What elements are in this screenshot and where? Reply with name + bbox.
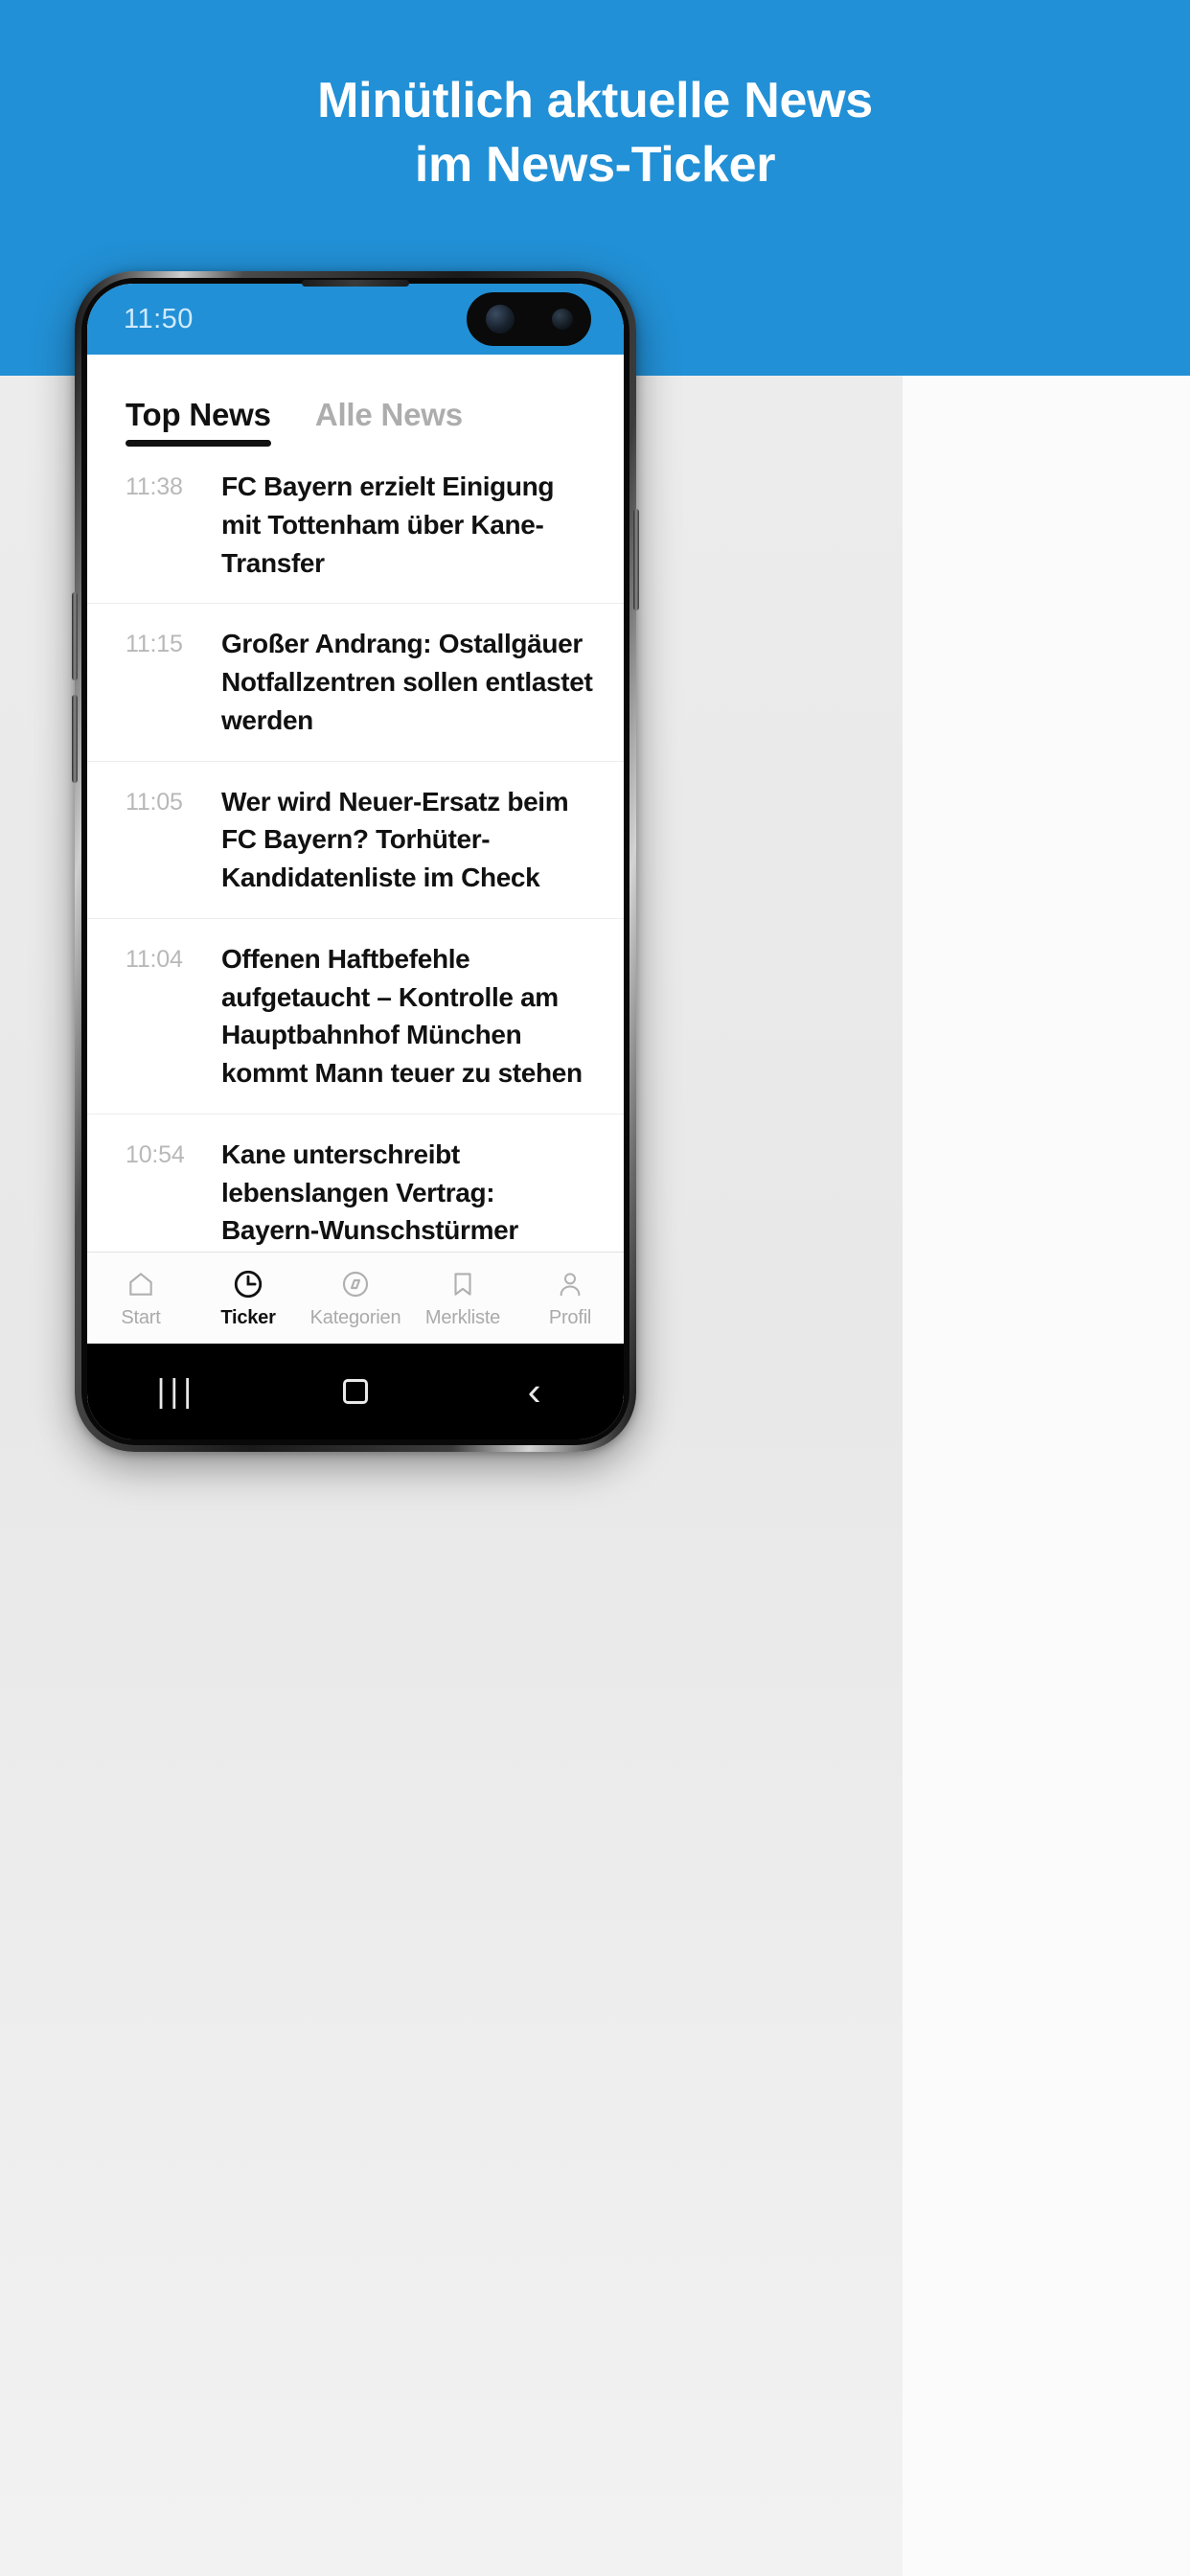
news-item-time: 11:15 xyxy=(126,631,183,658)
power-button[interactable] xyxy=(633,509,639,610)
android-system-navigation-bar: ||| ‹ xyxy=(87,1344,624,1439)
recents-button[interactable]: ||| xyxy=(133,1363,219,1420)
home-square-icon xyxy=(342,1379,368,1404)
tab-top-news[interactable]: Top News xyxy=(126,397,271,447)
promo-headline-line1: Minütlich aktuelle News xyxy=(317,73,873,128)
bookmark-icon xyxy=(448,1268,477,1300)
recents-icon: ||| xyxy=(156,1372,197,1410)
page-background-right xyxy=(903,376,1190,2576)
nav-item-kategorien[interactable]: Kategorien xyxy=(302,1268,409,1329)
nav-item-start-label: Start xyxy=(121,1306,161,1328)
nav-item-profil-label: Profil xyxy=(548,1306,592,1328)
back-chevron-icon: ‹ xyxy=(527,1368,541,1414)
news-list-item[interactable]: 11:04 Offenen Haftbefehle aufgetaucht – … xyxy=(87,919,624,1115)
clock-icon xyxy=(232,1268,264,1300)
promo-headline-line2: im News-Ticker xyxy=(414,136,776,193)
phone-screen: 11:50 Top News Alle News 11:38 FC Bayern… xyxy=(87,284,624,1439)
nav-item-ticker[interactable]: Ticker xyxy=(195,1268,302,1329)
home-icon xyxy=(126,1268,156,1300)
news-item-time: 11:04 xyxy=(126,945,183,973)
nav-item-merkliste-label: Merkliste xyxy=(424,1306,501,1328)
tab-top-news-label: Top News xyxy=(126,397,271,432)
person-icon xyxy=(556,1268,584,1300)
news-list-item[interactable]: 11:38 FC Bayern erzielt Einigung mit Tot… xyxy=(87,447,624,605)
compass-icon xyxy=(340,1268,371,1300)
promo-headline: Minütlich aktuelle News im News-Ticker xyxy=(0,69,1190,196)
volume-down-button[interactable] xyxy=(72,695,78,783)
news-item-title: Offenen Haftbefehle aufgetaucht – Kontro… xyxy=(221,943,583,1088)
earpiece-speaker-icon xyxy=(302,280,409,287)
status-bar-time: 11:50 xyxy=(124,303,194,334)
nav-item-start[interactable]: Start xyxy=(87,1268,195,1329)
phone-mockup: 11:50 Top News Alle News 11:38 FC Bayern… xyxy=(72,271,639,1452)
news-item-title: Großer Andrang: Ostallgäuer Notfallzentr… xyxy=(221,629,593,735)
news-item-time: 11:38 xyxy=(126,473,183,500)
nav-item-kategorien-label: Kategorien xyxy=(309,1306,401,1328)
news-tabs: Top News Alle News xyxy=(87,355,624,447)
home-button[interactable] xyxy=(312,1363,399,1420)
front-camera-icon xyxy=(485,305,515,334)
back-button[interactable]: ‹ xyxy=(492,1363,578,1420)
tab-alle-news-label: Alle News xyxy=(314,397,463,432)
news-list-item[interactable]: 11:15 Großer Andrang: Ostallgäuer Notfal… xyxy=(87,604,624,762)
news-list-item[interactable]: 11:05 Wer wird Neuer-Ersatz beim FC Baye… xyxy=(87,762,624,919)
camera-punchhole xyxy=(467,292,591,346)
news-item-title: FC Bayern erzielt Einigung mit Tottenham… xyxy=(221,472,555,578)
news-item-time: 11:05 xyxy=(126,788,183,816)
tab-alle-news[interactable]: Alle News xyxy=(315,397,463,447)
front-camera-secondary-icon xyxy=(551,309,573,330)
nav-item-merkliste[interactable]: Merkliste xyxy=(409,1268,516,1329)
bottom-navigation: Start Ticker Kategorien Merkliste Profil xyxy=(87,1252,624,1344)
news-item-time: 10:54 xyxy=(126,1140,185,1168)
nav-item-ticker-label: Ticker xyxy=(220,1306,276,1328)
news-item-title: Wer wird Neuer-Ersatz beim FC Bayern? To… xyxy=(221,786,569,893)
status-bar: 11:50 xyxy=(87,284,624,355)
volume-up-button[interactable] xyxy=(72,592,78,680)
nav-item-profil[interactable]: Profil xyxy=(516,1268,624,1329)
